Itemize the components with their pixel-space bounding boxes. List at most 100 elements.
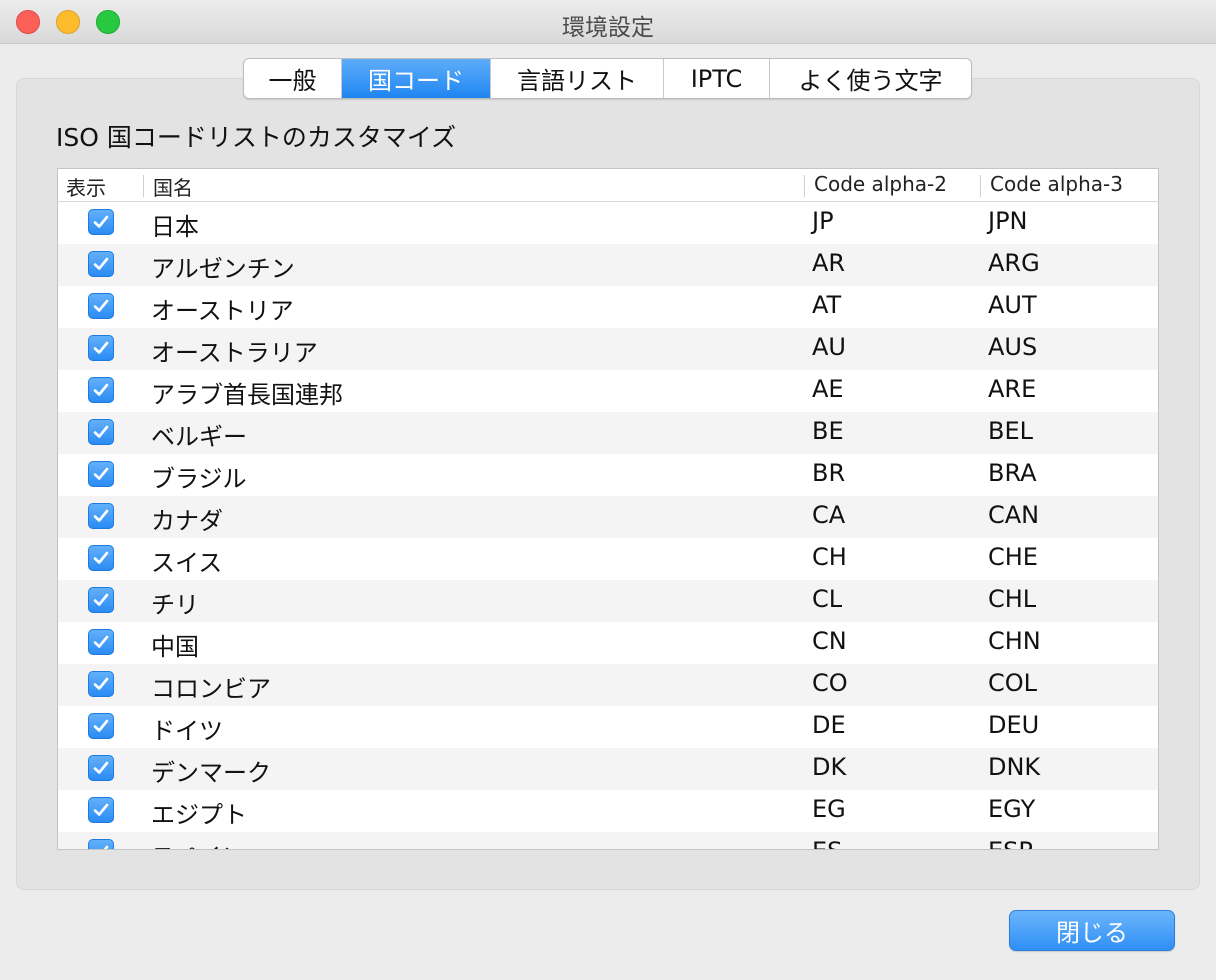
tab-language-list[interactable]: 言語リスト — [491, 59, 664, 98]
code-alpha3: JPN — [988, 207, 1028, 235]
country-code-table[interactable]: 表示 国名 Code alpha-2 Code alpha-3 日本 JP JPN ア… — [57, 168, 1159, 850]
country-name: デンマーク — [151, 759, 271, 787]
table-row[interactable]: オーストラリア AU AUS — [58, 328, 1158, 370]
tab-bar: 一般 国コード 言語リスト IPTC よく使う文字 — [243, 58, 972, 99]
tab-general[interactable]: 一般 — [244, 59, 342, 98]
code-alpha3: DEU — [988, 711, 1040, 739]
country-name: スペイン — [151, 837, 245, 849]
column-header-alpha3[interactable]: Code alpha-3 — [990, 172, 1123, 196]
code-alpha2: CA — [812, 501, 846, 529]
show-checkbox[interactable] — [88, 293, 114, 319]
code-alpha2: DE — [812, 711, 846, 739]
table-row[interactable]: 中国 CN CHN — [58, 622, 1158, 664]
show-checkbox[interactable] — [88, 419, 114, 445]
code-alpha2: BR — [812, 459, 846, 487]
tab-frequent-characters[interactable]: よく使う文字 — [770, 59, 971, 98]
table-row[interactable]: ベルギー BE BEL — [58, 412, 1158, 454]
column-header-alpha2[interactable]: Code alpha-2 — [814, 172, 947, 196]
country-name: カナダ — [151, 507, 223, 535]
code-alpha3: CHN — [988, 627, 1041, 655]
column-header-name[interactable]: 国名 — [153, 172, 193, 201]
tab-country-codes[interactable]: 国コード — [342, 59, 491, 98]
code-alpha3: DNK — [988, 753, 1041, 781]
table-row[interactable]: カナダ CA CAN — [58, 496, 1158, 538]
section-title: ISO 国コードリストのカスタマイズ — [56, 123, 457, 152]
code-alpha2: CN — [812, 627, 847, 655]
code-alpha2: CL — [812, 585, 843, 613]
table-row[interactable]: エジプト EG EGY — [58, 790, 1158, 832]
show-checkbox[interactable] — [88, 755, 114, 781]
table-row[interactable]: デンマーク DK DNK — [58, 748, 1158, 790]
code-alpha2: DK — [812, 753, 847, 781]
show-checkbox[interactable] — [88, 461, 114, 487]
code-alpha3: ARG — [988, 249, 1040, 277]
title-bar: 環境設定 — [0, 0, 1216, 44]
code-alpha3: CHE — [988, 543, 1038, 571]
code-alpha2: CO — [812, 669, 848, 697]
table-row[interactable]: スペイン ES ESP — [58, 832, 1158, 849]
close-button[interactable]: 閉じる — [1009, 910, 1175, 951]
code-alpha2: BE — [812, 417, 844, 445]
show-checkbox[interactable] — [88, 503, 114, 529]
column-divider — [143, 175, 144, 197]
table-row[interactable]: コロンビア CO COL — [58, 664, 1158, 706]
column-divider — [980, 175, 981, 197]
table-header: 表示 国名 Code alpha-2 Code alpha-3 — [58, 169, 1158, 202]
show-checkbox[interactable] — [88, 251, 114, 277]
country-name: エジプト — [151, 801, 247, 829]
table-row[interactable]: アラブ首長国連邦 AE ARE — [58, 370, 1158, 412]
country-name: チリ — [151, 591, 199, 619]
show-checkbox[interactable] — [88, 671, 114, 697]
code-alpha3: BRA — [988, 459, 1037, 487]
country-name: 日本 — [151, 213, 199, 241]
code-alpha3: CHL — [988, 585, 1037, 613]
table-row[interactable]: スイス CH CHE — [58, 538, 1158, 580]
code-alpha2: AR — [812, 249, 846, 277]
country-name: スイス — [151, 549, 223, 577]
show-checkbox[interactable] — [88, 629, 114, 655]
code-alpha3: ARE — [988, 375, 1037, 403]
show-checkbox[interactable] — [88, 545, 114, 571]
code-alpha2: EG — [812, 795, 846, 823]
show-checkbox[interactable] — [88, 377, 114, 403]
column-divider — [804, 175, 805, 197]
code-alpha3: BEL — [988, 417, 1033, 445]
show-checkbox[interactable] — [88, 335, 114, 361]
code-alpha3: AUT — [988, 291, 1037, 319]
code-alpha3: COL — [988, 669, 1038, 697]
country-name: オーストリア — [151, 297, 294, 325]
code-alpha2: AT — [812, 291, 842, 319]
table-body: 日本 JP JPN アルゼンチン AR ARG オーストリア AT AUT オーストラリア AU AU… — [58, 202, 1158, 849]
code-alpha2: AE — [812, 375, 844, 403]
column-header-show[interactable]: 表示 — [66, 172, 106, 201]
code-alpha3: AUS — [988, 333, 1038, 361]
code-alpha3: EGY — [988, 795, 1036, 823]
show-checkbox[interactable] — [88, 209, 114, 235]
country-name: 中国 — [151, 633, 199, 661]
window-title: 環境設定 — [562, 15, 654, 41]
country-name: コロンビア — [151, 675, 271, 703]
code-alpha2: JP — [812, 207, 834, 235]
country-name: ブラジル — [151, 465, 247, 493]
country-name: オーストラリア — [151, 339, 318, 367]
table-row[interactable]: 日本 JP JPN — [58, 202, 1158, 244]
code-alpha2: AU — [812, 333, 846, 361]
table-row[interactable]: ドイツ DE DEU — [58, 706, 1158, 748]
table-row[interactable]: チリ CL CHL — [58, 580, 1158, 622]
show-checkbox[interactable] — [88, 713, 114, 739]
code-alpha3: ESP — [988, 837, 1033, 849]
show-checkbox[interactable] — [88, 587, 114, 613]
code-alpha3: CAN — [988, 501, 1040, 529]
country-name: アラブ首長国連邦 — [151, 381, 343, 409]
table-row[interactable]: オーストリア AT AUT — [58, 286, 1158, 328]
code-alpha2: CH — [812, 543, 847, 571]
tab-iptc[interactable]: IPTC — [664, 59, 770, 98]
country-name: ドイツ — [151, 717, 223, 745]
country-name: アルゼンチン — [151, 255, 295, 283]
table-row[interactable]: アルゼンチン AR ARG — [58, 244, 1158, 286]
show-checkbox[interactable] — [88, 797, 114, 823]
show-checkbox[interactable] — [88, 839, 114, 849]
table-row[interactable]: ブラジル BR BRA — [58, 454, 1158, 496]
country-name: ベルギー — [151, 423, 247, 451]
code-alpha2: ES — [812, 837, 842, 849]
